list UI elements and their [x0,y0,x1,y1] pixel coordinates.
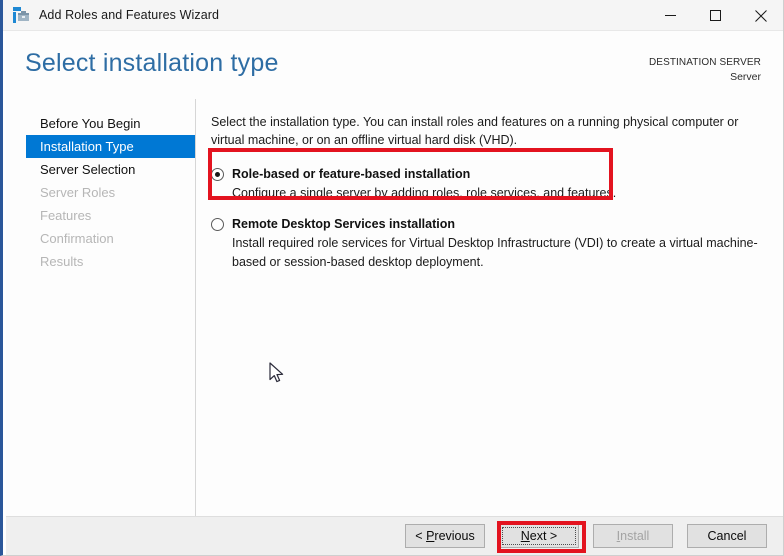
instruction-text: Select the installation type. You can in… [211,115,739,148]
destination-server-value: Server [730,70,761,83]
option-remote-desktop-row[interactable]: Remote Desktop Services installation [211,216,761,232]
option-remote-desktop-label[interactable]: Remote Desktop Services installation [232,216,455,232]
option-role-based-description: Configure a single server by adding role… [232,186,617,201]
next-button-label: Next > [520,529,558,543]
page-title: Select installation type [25,49,279,77]
option-role-based[interactable]: Role-based or feature-based installation… [211,160,761,208]
cancel-button-label: Cancel [707,529,747,543]
maximize-icon [710,10,721,21]
sidebar-item-confirmation: Confirmation [40,231,114,246]
wizard-header: Select installation type DESTINATION SER… [6,31,783,99]
close-button[interactable] [738,0,783,31]
sidebar-item-server-roles: Server Roles [40,185,116,200]
minimize-button[interactable] [648,0,693,31]
destination-server-block: DESTINATION SERVER Server [649,56,761,84]
previous-button-label: < Previous [415,529,475,543]
previous-button[interactable]: < Previous [405,524,485,548]
wizard-content: Select the installation type. You can in… [197,99,783,516]
option-remote-desktop-services[interactable]: Remote Desktop Services installation Ins… [211,216,761,270]
option-role-based-label[interactable]: Role-based or feature-based installation [232,166,470,182]
window-controls [648,0,783,31]
next-button[interactable]: Next > [499,524,579,548]
radio-role-based-installation[interactable] [211,168,224,182]
wizard-body: Before You Begin Installation Type Serve… [6,99,783,516]
cancel-button[interactable]: Cancel [687,524,767,548]
wizard-step-sidebar: Before You Begin Installation Type Serve… [6,99,196,516]
install-button-label: Install [616,529,650,543]
destination-server-label: DESTINATION SERVER [648,57,761,68]
option-remote-desktop-description: Install required role services for Virtu… [232,236,758,269]
wizard-window: Add Roles and Features Wizard Select ins… [0,0,784,556]
sidebar-item-installation-type[interactable]: Installation Type [26,135,195,158]
radio-remote-desktop-services-installation[interactable] [211,218,224,232]
sidebar-item-before-you-begin[interactable]: Before You Begin [6,112,195,135]
minimize-icon [665,15,676,16]
roles-features-wizard-icon [12,6,30,24]
sidebar-item-results: Results [40,254,84,269]
option-role-based-row[interactable]: Role-based or feature-based installation [211,166,761,182]
step-list: Before You Begin Installation Type Serve… [6,99,195,273]
sidebar-item-server-selection[interactable]: Server Selection [6,158,195,181]
title-bar: Add Roles and Features Wizard [3,0,783,31]
close-icon [754,9,767,22]
maximize-button[interactable] [693,0,738,31]
window-title: Add Roles and Features Wizard [39,8,220,22]
install-button: Install [593,524,673,548]
sidebar-item-features: Features [40,208,92,223]
wizard-footer: < Previous Next > Install Cancel [6,516,783,555]
